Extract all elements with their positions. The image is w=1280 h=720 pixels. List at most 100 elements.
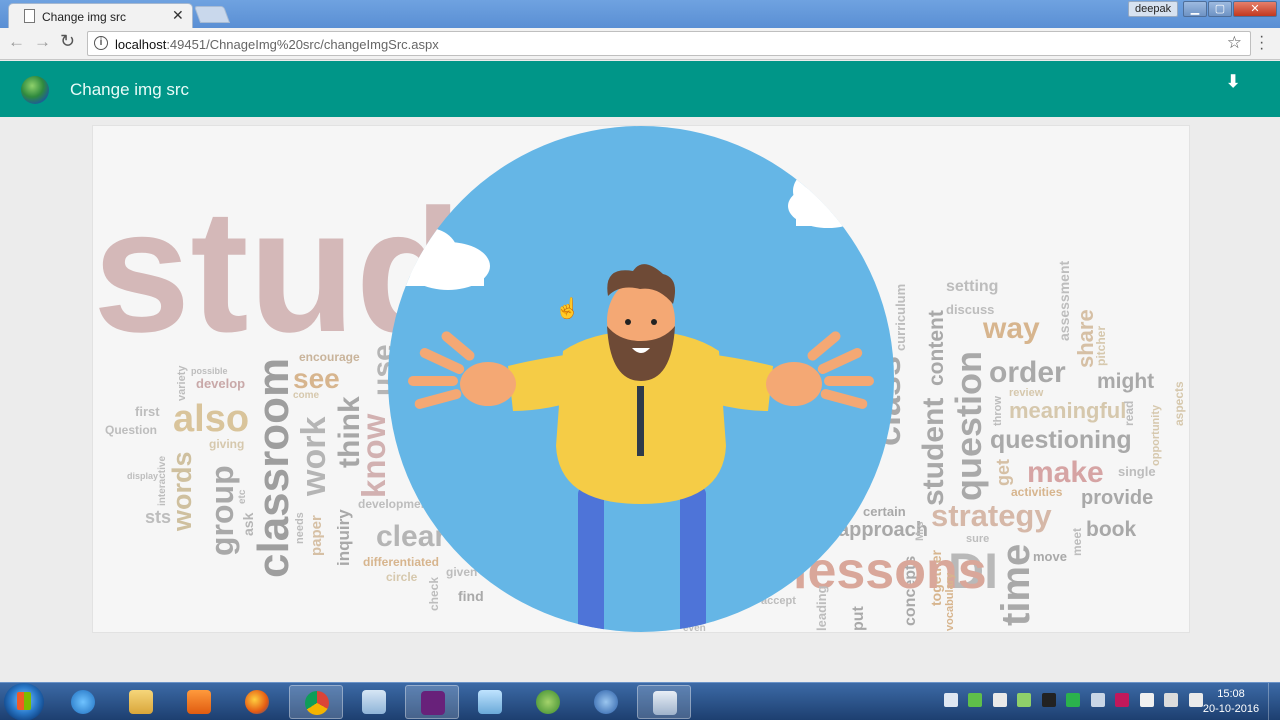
wc-word: check xyxy=(427,577,441,611)
window-close-button[interactable]: ✕ xyxy=(1233,1,1277,17)
taskbar-chrome[interactable] xyxy=(289,685,343,719)
wc-word: setting xyxy=(946,278,998,295)
address-bar[interactable]: i localhost:49451/ChnageImg%20src/change… xyxy=(87,31,1251,56)
flag-icon[interactable] xyxy=(1139,693,1154,707)
taskbar-media[interactable] xyxy=(172,685,226,719)
tray-icon-2[interactable] xyxy=(968,693,983,707)
taskbar-android-studio[interactable] xyxy=(521,685,575,719)
wc-word: content xyxy=(925,310,948,386)
wc-word: read xyxy=(1122,401,1136,426)
browser-titlebar: Change img src ✕ deepak ▁ ▢ ✕ xyxy=(0,0,1280,29)
wc-word: needs xyxy=(294,512,306,544)
wc-word: questioning xyxy=(990,426,1132,454)
right-leg xyxy=(680,486,706,632)
tray-icon-6[interactable] xyxy=(1066,693,1081,707)
network-icon[interactable] xyxy=(1164,693,1179,707)
wc-word: certain xyxy=(863,504,906,519)
wc-word: opportunity xyxy=(1150,404,1162,466)
back-arrow-icon[interactable]: ← xyxy=(8,32,25,52)
wc-word: Question xyxy=(105,423,157,437)
wc-word: differentiated xyxy=(363,555,439,569)
wc-word: time xyxy=(994,544,1038,626)
taskbar-visual-studio[interactable] xyxy=(405,685,459,719)
wc-word: Mrs xyxy=(914,521,926,541)
window-icon xyxy=(653,691,677,715)
taskbar-firefox[interactable] xyxy=(230,685,284,719)
browser-menu-icon[interactable]: · · · xyxy=(1259,29,1264,57)
system-tray xyxy=(944,693,1209,712)
wc-word: etc xyxy=(237,489,248,504)
url-text[interactable]: localhost:49451/ChnageImg%20src/changeIm… xyxy=(115,37,439,52)
taskbar-explorer[interactable] xyxy=(114,685,168,719)
wc-word: first xyxy=(135,404,160,419)
wc-word: find xyxy=(458,588,484,604)
tray-icon-1[interactable] xyxy=(944,693,958,707)
tray-icon-7[interactable] xyxy=(1090,693,1105,707)
wc-word: inquiry xyxy=(334,509,353,566)
minimize-button[interactable]: ▁ xyxy=(1183,1,1207,17)
wc-word: encourage xyxy=(299,350,360,364)
character-svg xyxy=(388,169,874,632)
url-host: localhost xyxy=(115,37,167,52)
show-desktop-button[interactable] xyxy=(1268,683,1280,720)
taskbar-thunderbird[interactable] xyxy=(579,685,633,719)
wc-word: move xyxy=(1033,549,1067,564)
taskbar-clock[interactable]: 15:08 20-10-2016 xyxy=(1200,687,1262,717)
reload-icon[interactable]: ↻ xyxy=(60,31,75,52)
character-illustration xyxy=(388,126,894,632)
wc-word: leading xyxy=(814,585,829,631)
chrome-icon xyxy=(305,691,329,715)
left-eye xyxy=(625,319,631,325)
browser-tab[interactable]: Change img src ✕ xyxy=(8,3,193,29)
download-icon[interactable]: ⬇ xyxy=(1226,72,1240,92)
right-eye xyxy=(651,319,657,325)
notepad-icon xyxy=(478,690,502,714)
wc-word: activities xyxy=(1011,485,1063,499)
forward-arrow-icon[interactable]: → xyxy=(34,32,51,52)
browser-toolbar: ← → ↻ i localhost:49451/ChnageImg%20src/… xyxy=(0,28,1280,60)
wc-word: giving xyxy=(209,437,244,451)
page-title: Change img src xyxy=(70,80,190,99)
wc-word: way xyxy=(982,312,1040,345)
wc-word: interactive xyxy=(157,456,168,506)
taskbar-window[interactable] xyxy=(637,685,691,719)
tab-close-icon[interactable]: ✕ xyxy=(172,7,184,24)
wc-word: assessment xyxy=(1056,260,1072,341)
start-button[interactable] xyxy=(4,683,44,720)
wc-word: meet xyxy=(1070,528,1084,556)
wc-word: get xyxy=(993,459,1013,486)
wc-word: student xyxy=(917,398,950,506)
new-tab-button[interactable] xyxy=(193,6,231,23)
tray-icon-4[interactable] xyxy=(1017,693,1032,707)
bookmark-star-icon[interactable]: ☆ xyxy=(1227,33,1242,53)
taskbar-snipping[interactable] xyxy=(347,685,401,719)
media-player-icon xyxy=(187,690,211,714)
maximize-button[interactable]: ▢ xyxy=(1208,1,1232,17)
right-hand-icon xyxy=(766,331,874,409)
left-hand-icon xyxy=(408,331,516,409)
wc-word: possible xyxy=(191,366,228,376)
tab-title: Change img src xyxy=(42,10,127,24)
tray-icon-8[interactable] xyxy=(1115,693,1130,707)
visual-studio-icon xyxy=(421,691,445,715)
taskbar-notepad[interactable] xyxy=(463,685,517,719)
clock-date: 20-10-2016 xyxy=(1202,703,1260,715)
profile-badge[interactable]: deepak xyxy=(1128,1,1179,17)
tray-icon-3[interactable] xyxy=(992,693,1007,707)
page-icon xyxy=(24,9,35,23)
tray-icon-5[interactable] xyxy=(1041,693,1056,707)
wc-word: ask xyxy=(240,512,256,536)
wc-word: words xyxy=(167,451,197,532)
thunderbird-icon xyxy=(594,690,618,714)
wc-word: order xyxy=(989,356,1066,389)
wc-word: curriculum xyxy=(893,284,908,351)
left-leg xyxy=(578,486,604,632)
clock-time: 15:08 xyxy=(1217,688,1245,700)
wc-word: circle xyxy=(386,570,418,584)
wc-word: put xyxy=(850,605,867,631)
info-icon[interactable]: i xyxy=(94,36,108,50)
firefox-icon xyxy=(245,690,269,714)
wc-word: vocabulary xyxy=(944,572,956,631)
taskbar-ie[interactable] xyxy=(56,685,110,719)
folder-icon xyxy=(129,690,153,714)
